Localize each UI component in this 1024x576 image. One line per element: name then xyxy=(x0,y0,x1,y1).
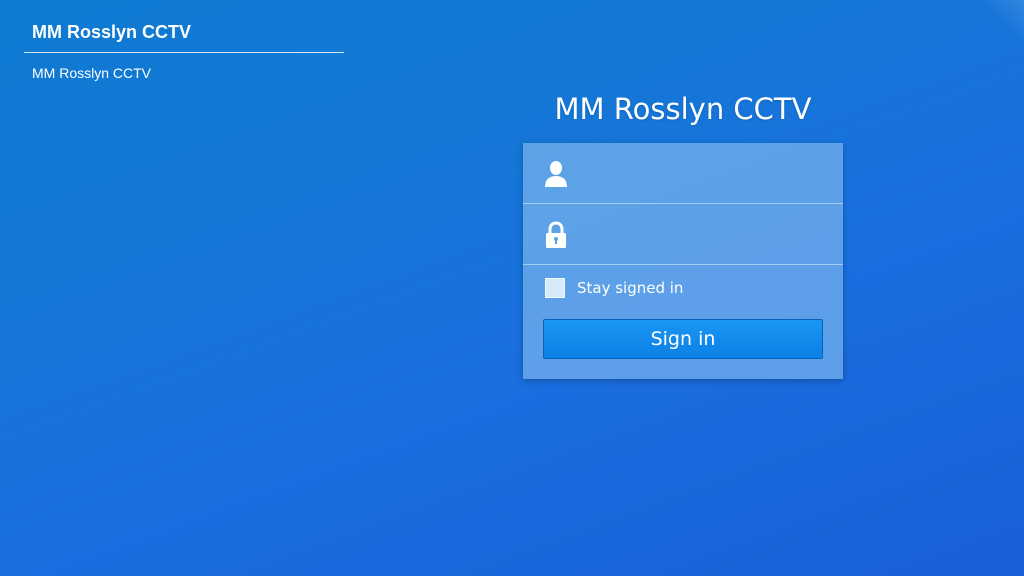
site-header: MM Rosslyn CCTV MM Rosslyn CCTV xyxy=(24,22,344,81)
login-panel: Stay signed in Sign in xyxy=(523,143,843,379)
username-input[interactable] xyxy=(583,157,827,191)
password-input[interactable] xyxy=(583,218,827,252)
stay-signed-in-checkbox[interactable] xyxy=(545,278,565,298)
site-title: MM Rosslyn CCTV xyxy=(24,22,344,53)
stay-signed-in-label[interactable]: Stay signed in xyxy=(577,279,683,297)
username-row xyxy=(523,143,843,204)
site-subtitle: MM Rosslyn CCTV xyxy=(32,65,152,81)
user-icon xyxy=(543,160,569,188)
remember-row: Stay signed in xyxy=(523,265,843,319)
sign-in-button[interactable]: Sign in xyxy=(543,319,823,359)
login-title: MM Rosslyn CCTV xyxy=(554,92,812,126)
corner-decoration xyxy=(984,0,1024,40)
lock-icon xyxy=(543,221,569,249)
password-row xyxy=(523,204,843,265)
